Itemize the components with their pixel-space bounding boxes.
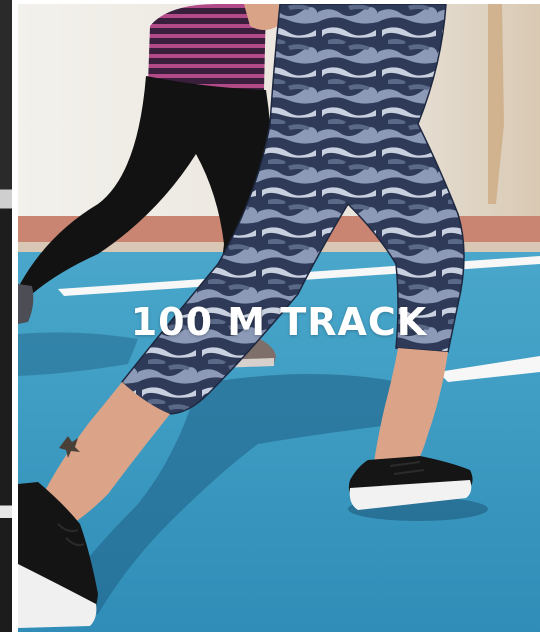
running-track-photo: 100 M TRACK [18,4,540,632]
photo-caption: 100 M TRACK [130,300,428,344]
photo-frame: 100 M TRACK [0,0,540,632]
adjacent-photo-edge [0,0,12,632]
